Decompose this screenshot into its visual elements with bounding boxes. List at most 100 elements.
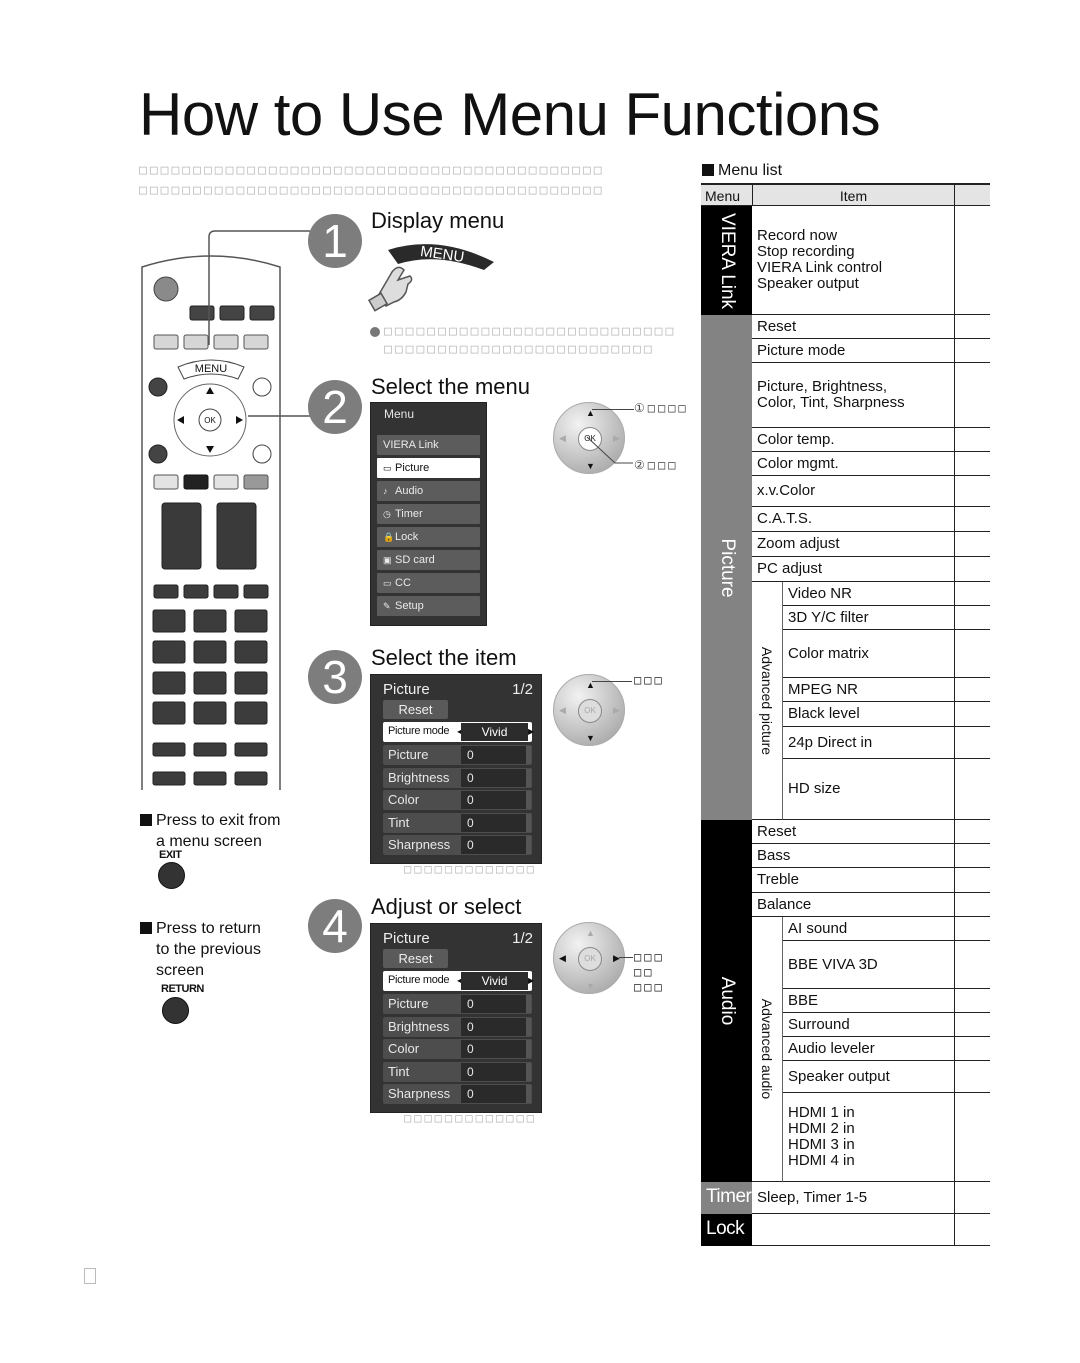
right-arrow-icon: ▶ (528, 727, 535, 736)
menu-item-label: Setup (395, 600, 424, 612)
down-arrow-icon: ▼ (586, 733, 595, 743)
callout-line (592, 681, 632, 682)
menu-list-item-line: Record now (757, 227, 838, 244)
menu-item-icon: ✎ (383, 601, 391, 611)
menu-list-item: Picture, Brightness, Color, Tint, Sharpne… (752, 363, 954, 428)
submenu-category-advanced-picture: Advanced picture (752, 582, 783, 820)
osd-menu-item: ▭ Picture (377, 458, 480, 478)
menu-list-item-line: HDMI 1 in (788, 1104, 855, 1121)
setting-label: Brightness (388, 1018, 450, 1034)
menu-list-item-text: PC adjust (757, 560, 823, 577)
picture-mode-item: Picture mode ◀ Vivid ▶ (383, 971, 534, 991)
return-note-line-2: to the previous (156, 941, 261, 958)
picture-mode-value: Vivid (461, 972, 528, 990)
menu-list-item-text: AI sound (788, 919, 848, 937)
up-arrow-icon: ▲ (586, 928, 595, 938)
setting-slider-track (526, 836, 531, 854)
picture-mode-label: Picture mode (388, 725, 450, 737)
menu-list-item-text: Surround (788, 1015, 850, 1033)
setting-slider-track (526, 1062, 531, 1081)
exit-note-line-1: Press to exit from (156, 812, 281, 829)
menu-list-extra-cell (954, 452, 990, 476)
picture-setting-row: Tint 0 (383, 812, 532, 833)
step-4-number: 4 (308, 899, 362, 953)
setting-slider-track (526, 791, 531, 809)
menu-list-item-text: Treble (757, 871, 799, 888)
right-arrow-icon: ▶ (613, 705, 620, 715)
setting-label: Color (388, 792, 420, 807)
picture-screen-title: Picture (383, 681, 430, 698)
menu-item-label: Audio (395, 485, 424, 497)
menu-list-item: MPEG NR (783, 678, 954, 702)
square-bullet-icon (140, 814, 152, 826)
callout-line (619, 957, 633, 958)
menu-item-label: CC (395, 577, 411, 589)
submenu-category-label: Advanced audio (759, 998, 775, 1100)
menu-list-item: C.A.T.S. (752, 507, 954, 532)
menu-list-extra-cell (954, 893, 990, 917)
page-title: How to Use Menu Functions (139, 81, 881, 148)
menu-list-item: Reset (752, 820, 954, 844)
menu-list-extra-cell (954, 428, 990, 452)
exit-button-label: EXIT (159, 849, 182, 861)
left-arrow-icon: ◀ (559, 433, 566, 443)
menu-list-title-text: Menu list (718, 162, 783, 179)
menu-list-item-text: BBE VIVA 3D (788, 955, 878, 973)
menu-item-icon: 🔒 (383, 532, 395, 542)
menu-list-extra-cell (954, 989, 990, 1013)
menu-list-item-text: Color mgmt. (757, 454, 839, 472)
menu-list-item: 24p Direct in (783, 727, 954, 759)
menu-list-item: Zoom adjust (752, 532, 954, 557)
menu-list-item-line: HDMI 2 in (788, 1120, 855, 1137)
menu-list-item: Surround (783, 1013, 954, 1037)
menu-list-item: BBE (783, 989, 954, 1013)
setting-value: 0 (461, 995, 526, 1013)
left-arrow-icon: ◀ (559, 953, 566, 963)
setting-label: Tint (388, 1063, 410, 1079)
setting-slider-track (526, 768, 531, 787)
ok-button-icon: OK (578, 699, 602, 723)
step-2-callout-2: ②□□□ (634, 458, 679, 472)
menu-list-extra-cell (954, 582, 990, 606)
menu-category-label: Audio (716, 976, 738, 1026)
menu-item-label: VIERA Link (383, 439, 439, 451)
step-3-title: Select the item (371, 645, 517, 670)
menu-button-label: MENU (419, 243, 465, 266)
step-4-caption: □□□□□□□□□□□□□ (404, 1111, 537, 1125)
setting-value: 0 (461, 813, 526, 832)
setting-value: 0 (461, 1085, 526, 1103)
intro-text-line-2: □□□□□□□□□□□□□□□□□□□□□□□□□□□□□□□□□□□□□□□□… (139, 183, 605, 198)
bullet-icon (370, 327, 380, 337)
setting-label: Brightness (388, 769, 450, 785)
menu-list-extra-cell (954, 363, 990, 428)
step-1-number: 1 (308, 214, 362, 268)
setting-slider-track (526, 746, 531, 764)
menu-list-item: Treble (752, 868, 954, 893)
menu-list-item-text: Video NR (788, 584, 852, 602)
menu-list-extra-cell (954, 1093, 990, 1182)
menu-category-label: Picture (716, 537, 738, 598)
menu-list-item: Audio leveler (783, 1037, 954, 1061)
menu-list-table: Menu Item VIERA Link Record now Stop recor… (701, 183, 990, 1246)
menu-list-item-line: Color, Tint, Sharpness (757, 394, 905, 411)
setting-value: 0 (461, 1040, 526, 1058)
menu-list-extra-cell (954, 606, 990, 630)
setting-value: 0 (461, 768, 526, 787)
menu-list-item-text: x.v.Color (757, 482, 816, 499)
exit-button-icon (158, 862, 185, 889)
menu-list-item: HD size (783, 759, 954, 820)
menu-list-extra-cell (954, 1061, 990, 1093)
menu-list-item-text: Sleep, Timer 1-5 (757, 1188, 868, 1206)
menu-category-lock: Lock (701, 1214, 752, 1246)
menu-list-item: Color temp. (752, 428, 954, 452)
picture-setting-row: Color 0 (383, 1039, 532, 1059)
return-button-label: RETURN (161, 983, 204, 995)
callout-line (592, 409, 634, 410)
menu-list-item-text: Black level (788, 705, 860, 722)
menu-list-item-text: Balance (757, 895, 812, 913)
setting-label: Color (388, 1041, 420, 1056)
left-arrow-icon: ◀ (559, 705, 566, 715)
menu-list-item: Sleep, Timer 1-5 (752, 1182, 954, 1214)
menu-list-item: BBE VIVA 3D (783, 941, 954, 989)
menu-list-extra-cell (954, 1182, 990, 1214)
